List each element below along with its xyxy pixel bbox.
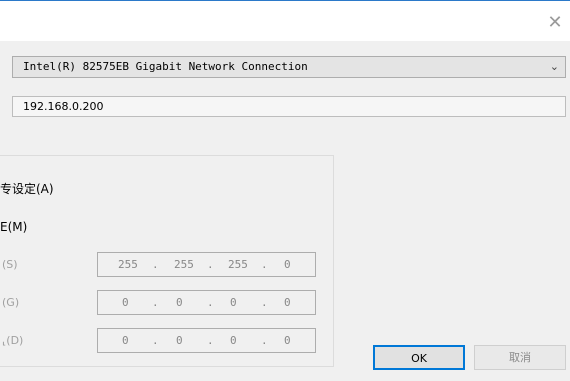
octet-dot: . xyxy=(207,258,214,271)
adapter-dropdown-value: Intel(R) 82575EB Gigabit Network Connect… xyxy=(23,60,308,73)
octet-dot: . xyxy=(261,296,268,309)
ip-octet: 0 xyxy=(284,258,291,271)
ip-octet: 0 xyxy=(122,334,129,347)
auto-option-label: 专设定(A) xyxy=(0,182,54,196)
octet-dot: . xyxy=(152,296,159,309)
manual-option-label: E(M) xyxy=(0,220,28,234)
dns-field[interactable]: 0 . 0 . 0 . 0 xyxy=(97,328,316,353)
octet-dot: . xyxy=(207,334,214,347)
octet-dot: . xyxy=(152,258,159,271)
cancel-button[interactable]: 取消 xyxy=(474,345,566,370)
dialog-titlebar: ✕ xyxy=(0,0,570,41)
ip-octet: 0 xyxy=(230,334,237,347)
gateway-field[interactable]: 0 . 0 . 0 . 0 xyxy=(97,290,316,315)
octet-dot: . xyxy=(152,334,159,347)
subnet-mask-field[interactable]: 255 . 255 . 255 . 0 xyxy=(97,252,316,277)
ip-octet: 0 xyxy=(122,296,129,309)
ip-octet: 0 xyxy=(284,334,291,347)
ip-octet: 255 xyxy=(174,258,194,271)
ip-address-value: 192.168.0.200 xyxy=(23,100,104,113)
ok-button[interactable]: OK xyxy=(373,345,465,370)
ip-address-field[interactable]: 192.168.0.200 xyxy=(12,96,566,117)
auto-option[interactable]: 专设定(A) xyxy=(0,180,54,197)
ip-octet: 0 xyxy=(176,334,183,347)
subnet-mask-label: (S) xyxy=(2,258,18,271)
adapter-dropdown[interactable]: Intel(R) 82575EB Gigabit Network Connect… xyxy=(12,56,566,78)
ip-octet: 255 xyxy=(228,258,248,271)
chevron-down-icon: ⌄ xyxy=(549,60,559,73)
ip-octet: 255 xyxy=(118,258,138,271)
dns-label: ⸤(D) xyxy=(2,334,24,347)
octet-dot: . xyxy=(261,334,268,347)
ip-octet: 0 xyxy=(176,296,183,309)
gateway-label: (G) xyxy=(2,296,20,309)
ip-octet: 0 xyxy=(284,296,291,309)
octet-dot: . xyxy=(261,258,268,271)
close-icon[interactable]: ✕ xyxy=(546,14,564,32)
ip-octet: 0 xyxy=(230,296,237,309)
octet-dot: . xyxy=(207,296,214,309)
manual-option[interactable]: E(M) xyxy=(0,220,27,234)
